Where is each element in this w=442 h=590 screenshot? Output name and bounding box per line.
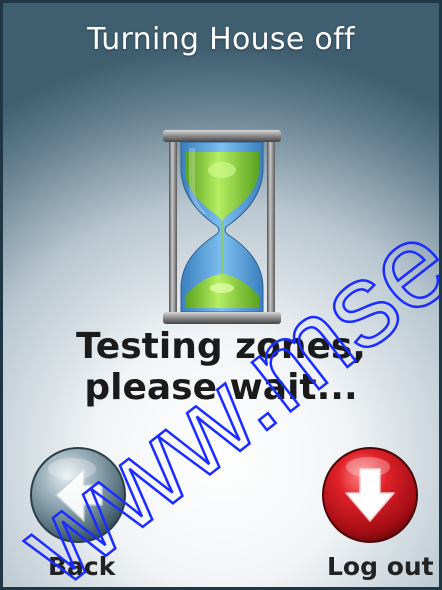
status-line-2: please wait... <box>84 367 358 408</box>
status-line-1: Testing zones, <box>76 326 366 367</box>
logout-button[interactable] <box>320 445 420 545</box>
back-button-label[interactable]: Back <box>48 552 115 581</box>
logout-button-label[interactable]: Log out <box>327 552 434 581</box>
page-title: Turning House off <box>87 22 355 57</box>
back-button[interactable] <box>28 445 128 545</box>
status-message: Testing zones, please wait... <box>0 326 442 408</box>
hourglass-icon <box>163 130 281 324</box>
screen: Turning House off Testing zones, please … <box>0 0 442 590</box>
